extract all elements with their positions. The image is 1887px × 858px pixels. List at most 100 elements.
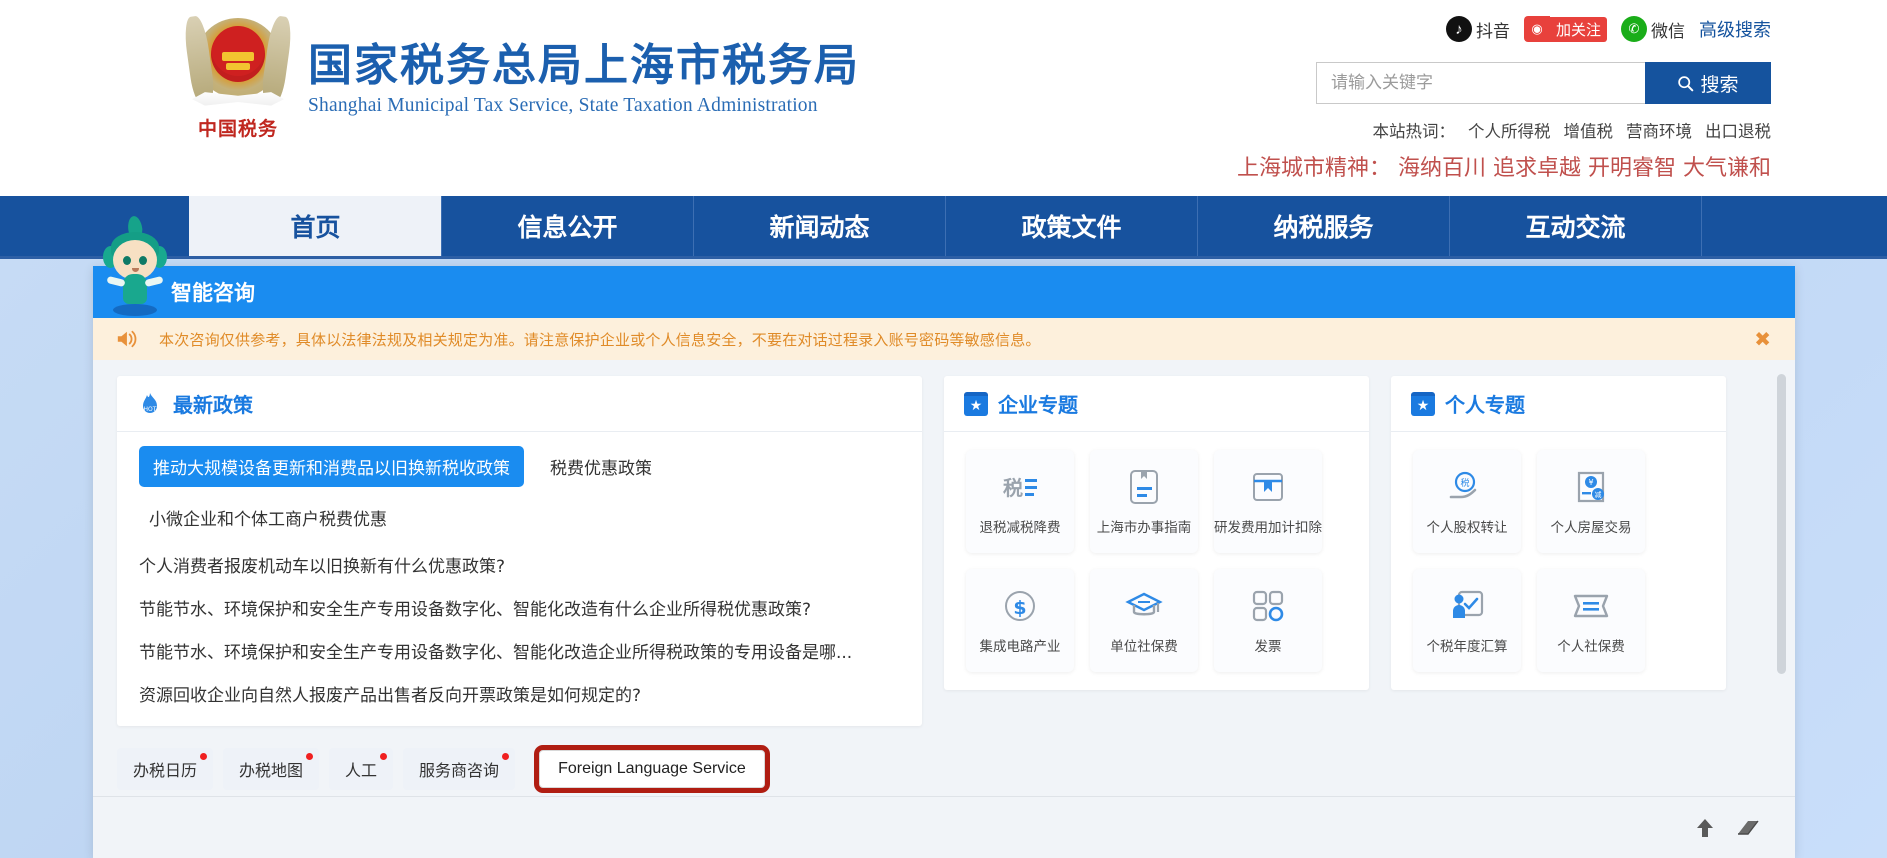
eraser-icon[interactable] [1735, 817, 1761, 839]
douyin-label: 抖音 [1475, 21, 1510, 41]
tile-tax-reduction[interactable]: 税 退税减税降费 [966, 450, 1074, 553]
personal-topics-card: ★ 个人专题 税 个人股权转让 ¥ 减 个人房屋交易 个税年度汇算 个人社保费 [1391, 376, 1726, 690]
social-links: ♪ 抖音 ◉ 加关注 ✆ 微信 高级搜索 [1445, 16, 1771, 42]
hot-word-3[interactable]: 出口退税 [1705, 123, 1771, 141]
emblem-text: 中国税务 [197, 118, 278, 140]
national-emblem-icon: 中国税务 [182, 14, 294, 140]
dollar-circle-icon: $ [1003, 586, 1037, 626]
notice-close-icon[interactable]: ✖ [1754, 327, 1771, 352]
quick-button-human-agent[interactable]: 人工 [329, 748, 394, 790]
policy-question-2[interactable]: 节能节水、环境保护和安全生产专用设备数字化、智能化改造企业所得税政策的专用设备是… [139, 638, 902, 663]
tile-employer-social-insurance[interactable]: 单位社保费 [1090, 569, 1198, 672]
org-title-en: Shanghai Municipal Tax Service, State Ta… [308, 94, 818, 116]
policy-question-3[interactable]: 资源回收企业向自然人报废产品出售者反向开票政策是如何规定的? [139, 681, 902, 706]
search-button[interactable]: 搜索 [1645, 62, 1771, 104]
city-spirit-slogan: 上海城市精神： 海纳百川 追求卓越 开明睿智 大气谦和 [1237, 156, 1771, 181]
advanced-search-link[interactable]: 高级搜索 [1699, 16, 1771, 42]
personal-tiles: 税 个人股权转让 ¥ 减 个人房屋交易 个税年度汇算 个人社保费 [1391, 432, 1726, 690]
wechat-link[interactable]: ✆ 微信 [1621, 16, 1685, 42]
svg-text:减: 减 [1595, 490, 1602, 499]
quick-button-service-provider[interactable]: 服务商咨询 [403, 748, 516, 790]
nav-item-policy-documents[interactable]: 政策文件 [945, 196, 1198, 256]
latest-policy-title: 最新政策 [173, 393, 253, 417]
policy-tabs: 推动大规模设备更新和消费品以旧换新税收政策 税费优惠政策 [117, 432, 922, 487]
tile-label: 个人社保费 [1557, 639, 1625, 655]
svg-text:税: 税 [1460, 477, 1469, 489]
personal-topics-title: 个人专题 [1445, 393, 1525, 417]
nav-item-information-disclosure[interactable]: 信息公开 [441, 196, 694, 256]
hot-word-1[interactable]: 增值税 [1564, 123, 1614, 141]
weibo-follow-label: 加关注 [1549, 16, 1607, 42]
quick-button-tax-calendar[interactable]: 办税日历 [117, 748, 214, 790]
hot-word-2[interactable]: 营商环境 [1626, 123, 1692, 141]
wechat-label: 微信 [1651, 21, 1685, 41]
hot-word-0[interactable]: 个人所得税 [1468, 123, 1551, 141]
tax-reduction-icon: 税 [1001, 467, 1039, 507]
graduation-cap-icon [1125, 586, 1163, 626]
wechat-icon: ✆ [1621, 16, 1647, 42]
new-dot-indicator [306, 753, 314, 760]
tile-ic-industry[interactable]: $ 集成电路产业 [966, 569, 1074, 672]
nav-item-news[interactable]: 新闻动态 [693, 196, 946, 256]
nav-item-interaction[interactable]: 互动交流 [1449, 196, 1702, 256]
new-dot-indicator [502, 753, 510, 760]
policy-list: 小微企业和个体工商户税费优惠 个人消费者报废机动车以旧换新有什么优惠政策? 节能… [117, 487, 922, 726]
nav-item-home[interactable]: 首页 [189, 196, 442, 256]
person-board-icon [1449, 586, 1485, 626]
grid-squares-icon [1251, 586, 1285, 626]
policy-question-1[interactable]: 节能节水、环境保护和安全生产专用设备数字化、智能化改造有什么企业所得税优惠政策? [139, 595, 902, 620]
chat-scrollbar[interactable] [1777, 374, 1786, 674]
tax-mascot-icon [99, 215, 171, 318]
douyin-link[interactable]: ♪ 抖音 [1445, 16, 1510, 42]
hot-fire-icon: HOT [137, 391, 163, 417]
latest-policy-card: HOT 最新政策 推动大规模设备更新和消费品以旧换新税收政策 税费优惠政策 小微… [117, 376, 922, 726]
tile-label: 个人房屋交易 [1550, 520, 1632, 536]
tile-shanghai-guide[interactable]: 上海市办事指南 [1090, 450, 1198, 553]
search-button-label: 搜索 [1700, 73, 1739, 96]
tile-label: 研发费用加计扣除 [1214, 520, 1322, 536]
chat-body: HOT 最新政策 推动大规模设备更新和消费品以旧换新税收政策 税费优惠政策 小微… [93, 360, 1795, 742]
tile-label: 退税减税降费 [979, 520, 1061, 536]
hot-words-row: 本站热词： 个人所得税 增值税 营商环境 出口退税 [1373, 118, 1772, 142]
new-dot-indicator [380, 753, 388, 760]
quick-button-foreign-language-service[interactable]: Foreign Language Service [534, 745, 770, 793]
policy-tab-tax-benefits[interactable]: 税费优惠政策 [550, 454, 652, 479]
policy-subtitle[interactable]: 小微企业和个体工商户税费优惠 [149, 505, 902, 530]
policy-tab-equipment-renewal[interactable]: 推动大规模设备更新和消费品以旧换新税收政策 [139, 446, 524, 487]
site-header: 中国税务 国家税务总局上海市税务局 Shanghai Municipal Tax… [0, 0, 1887, 196]
quick-button-tax-map[interactable]: 办税地图 [223, 748, 320, 790]
tile-label: 集成电路产业 [979, 639, 1061, 655]
star-badge-icon: ★ [964, 391, 988, 416]
send-up-arrow-icon[interactable] [1693, 816, 1717, 840]
enterprise-tiles: 税 退税减税降费 上海市办事指南 研发费用加计扣除 $ 集成电路产业 单位社保费… [944, 432, 1369, 690]
new-dot-indicator [200, 753, 208, 760]
tile-property-transaction[interactable]: ¥ 减 个人房屋交易 [1537, 450, 1645, 553]
weibo-link[interactable]: ◉ 加关注 [1523, 16, 1607, 42]
enterprise-topics-title: 企业专题 [998, 393, 1078, 417]
main-navigation: 首页 信息公开 新闻动态 政策文件 纳税服务 互动交流 [0, 196, 1887, 256]
org-title-cn: 国家税务总局上海市税务局 [308, 39, 860, 91]
dialog-title-bar: 智能咨询 [93, 215, 1795, 318]
policy-question-0[interactable]: 个人消费者报废机动车以旧换新有什么优惠政策? [139, 552, 902, 577]
quick-button-label: 办税日历 [133, 761, 198, 780]
enterprise-topics-card: ★ 企业专题 税 退税减税降费 上海市办事指南 研发费用加计扣除 $ 集成电路产… [944, 376, 1369, 690]
tile-personal-social-insurance[interactable]: 个人社保费 [1537, 569, 1645, 672]
tile-equity-transfer[interactable]: 税 个人股权转让 [1413, 450, 1521, 553]
tile-rd-deduction[interactable]: 研发费用加计扣除 [1214, 450, 1322, 553]
svg-text:¥: ¥ [1588, 478, 1593, 487]
nav-item-tax-services[interactable]: 纳税服务 [1197, 196, 1450, 256]
guide-document-icon [1127, 467, 1161, 507]
speaker-icon [115, 329, 141, 349]
search-input[interactable] [1316, 62, 1645, 104]
nav-bottom-rule [0, 256, 1887, 259]
enterprise-topics-header: ★ 企业专题 [944, 376, 1369, 432]
tile-annual-settlement[interactable]: 个税年度汇算 [1413, 569, 1521, 672]
hot-words-label: 本站热词： [1372, 123, 1456, 141]
quick-button-label: 人工 [345, 761, 378, 780]
tile-label: 个人股权转让 [1426, 520, 1508, 536]
chat-input-area [93, 796, 1795, 858]
site-logo-block[interactable]: 中国税务 国家税务总局上海市税务局 Shanghai Municipal Tax… [182, 14, 860, 140]
ticket-icon [1572, 586, 1610, 626]
tile-invoice[interactable]: 发票 [1214, 569, 1322, 672]
dialog-title: 智能咨询 [171, 281, 255, 305]
